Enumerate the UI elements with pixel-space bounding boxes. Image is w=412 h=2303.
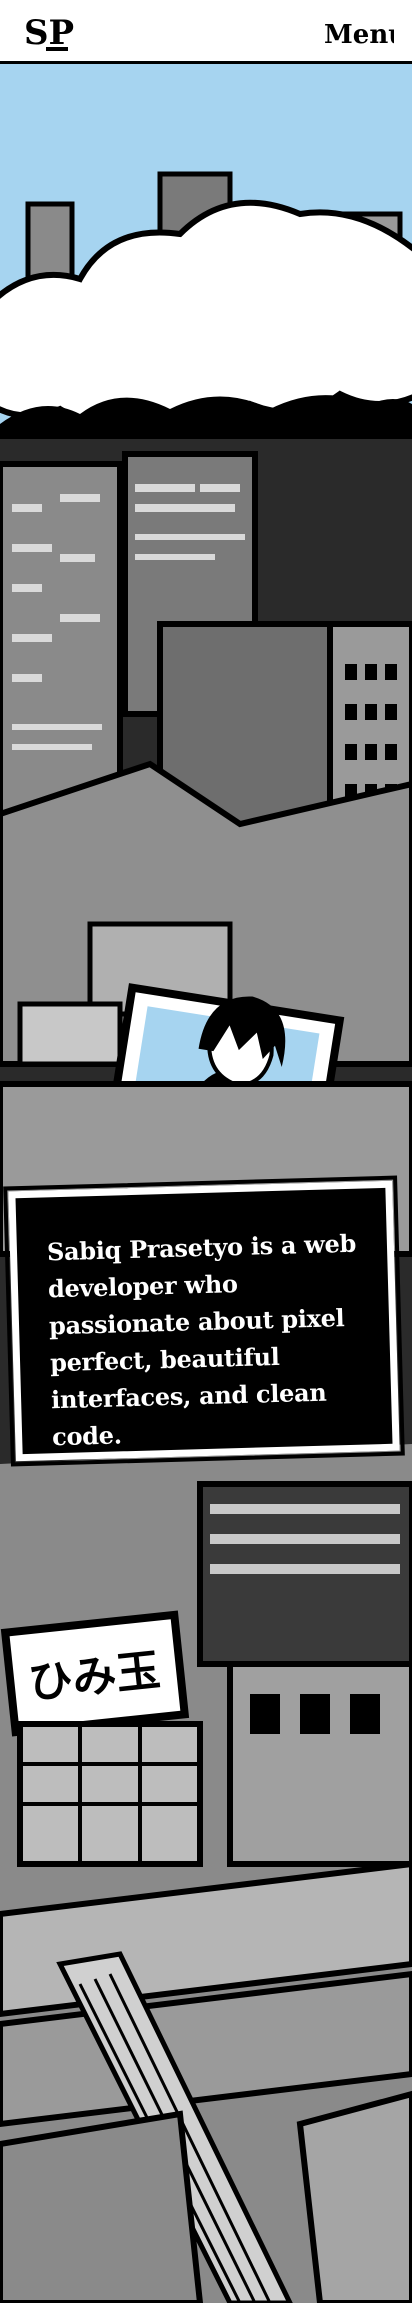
bio-text: Sabiq Prasetyo is a web developer who pa… xyxy=(46,1228,357,1452)
shop-sign: ひみ玉 xyxy=(0,1610,190,1737)
menu-button[interactable]: Menu xyxy=(324,16,407,50)
logo-mark-icon: SP xyxy=(24,13,74,53)
menu-text: Menu xyxy=(324,20,394,50)
bio-card: Sabiq Prasetyo is a web developer who pa… xyxy=(8,1180,400,1462)
logo[interactable]: SP xyxy=(22,10,74,54)
site-header: SP Menu xyxy=(0,0,412,64)
